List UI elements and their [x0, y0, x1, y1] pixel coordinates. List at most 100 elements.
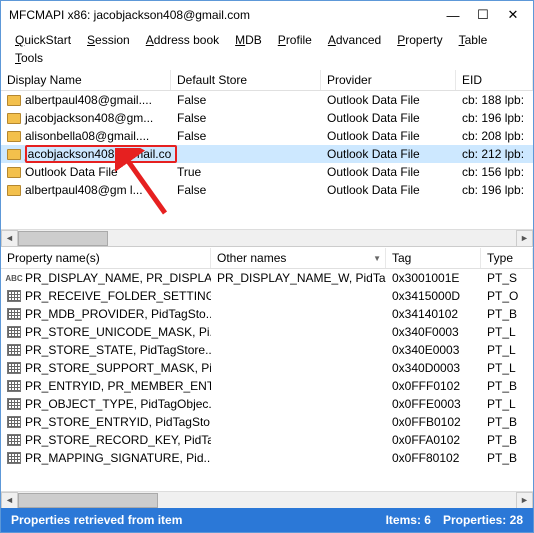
window-title: MFCMAPI x86: jacobjackson408@gmail.com: [9, 8, 250, 22]
prop-tag: 0x34140102: [386, 307, 481, 321]
prop-tag: 0x0FF80102: [386, 451, 481, 465]
store-row[interactable]: albertpaul408@gmail....FalseOutlook Data…: [1, 91, 533, 109]
menu-table[interactable]: Table: [451, 31, 496, 49]
store-eid: cb: 156 lpb:: [456, 165, 533, 179]
store-default: True: [171, 165, 321, 179]
store-row[interactable]: jacobjackson408@gm...FalseOutlook Data F…: [1, 109, 533, 127]
close-button[interactable]: ✕: [499, 5, 527, 25]
menu-advanced[interactable]: Advanced: [320, 31, 389, 49]
col-type[interactable]: Type: [481, 248, 533, 268]
prop-name: PR_DISPLAY_NAME, PR_DISPLA...: [25, 271, 211, 285]
store-eid: cb: 208 lpb:: [456, 129, 533, 143]
store-row[interactable]: albertpaul408@gm l...FalseOutlook Data F…: [1, 181, 533, 199]
property-row[interactable]: PR_OBJECT_TYPE, PidTagObjec...0x0FFE0003…: [1, 395, 533, 413]
col-default-store[interactable]: Default Store: [171, 70, 321, 90]
prop-type: PT_S: [481, 271, 533, 285]
prop-type: PT_L: [481, 361, 533, 375]
binary-type-icon: [7, 344, 21, 356]
menu-tools[interactable]: Tools: [7, 49, 51, 67]
status-text: Properties retrieved from item: [11, 513, 374, 527]
col-property-names[interactable]: Property name(s): [1, 248, 211, 268]
store-name: alisonbella08@gmail....: [25, 129, 149, 143]
prop-name: PR_MDB_PROVIDER, PidTagSto...: [25, 307, 211, 321]
prop-name: PR_STORE_SUPPORT_MASK, Pi...: [25, 361, 211, 375]
store-name: albertpaul408@gm l...: [25, 183, 143, 197]
store-provider: Outlook Data File: [321, 147, 456, 161]
col-other-names[interactable]: Other names▼: [211, 248, 386, 268]
store-eid: cb: 196 lpb:: [456, 111, 533, 125]
prop-type: PT_L: [481, 397, 533, 411]
col-provider[interactable]: Provider: [321, 70, 456, 90]
menu-session[interactable]: Session: [79, 31, 138, 49]
property-row[interactable]: PR_MAPPING_SIGNATURE, Pid...0x0FF80102PT…: [1, 449, 533, 467]
store-default: False: [171, 111, 321, 125]
menu-property[interactable]: Property: [389, 31, 450, 49]
col-eid[interactable]: EID: [456, 70, 533, 90]
scroll-thumb[interactable]: [18, 231, 108, 246]
binary-type-icon: [7, 380, 21, 392]
folder-icon: [7, 113, 21, 124]
prop-tag: 0x0FFF0102: [386, 379, 481, 393]
folder-icon: [7, 131, 21, 142]
scroll-track[interactable]: [18, 230, 516, 247]
prop-type: PT_B: [481, 433, 533, 447]
property-row[interactable]: PR_STORE_SUPPORT_MASK, Pi... 0x340D0003PT…: [1, 359, 533, 377]
property-row[interactable]: PR_STORE_UNICODE_MASK, Pi...0x340F0003PT…: [1, 323, 533, 341]
bottom-hscroll[interactable]: ◄ ►: [1, 491, 533, 508]
property-row[interactable]: PR_STORE_RECORD_KEY, PidTa...0x0FFA0102P…: [1, 431, 533, 449]
prop-type: PT_L: [481, 325, 533, 339]
prop-tag: 0x3001001E: [386, 271, 481, 285]
menu-address-book[interactable]: Address book: [138, 31, 227, 49]
store-name: Outlook Data File: [25, 165, 118, 179]
scroll-left-button[interactable]: ◄: [1, 230, 18, 247]
prop-type: PT_O: [481, 289, 533, 303]
scroll-thumb[interactable]: [18, 493, 158, 508]
prop-tag: 0x340E0003: [386, 343, 481, 357]
property-row[interactable]: PR_STORE_ENTRYID, PidTagSto...0x0FFB0102…: [1, 413, 533, 431]
prop-name: PR_OBJECT_TYPE, PidTagObjec...: [25, 397, 211, 411]
property-row[interactable]: PR_ENTRYID, PR_MEMBER_ENT... 0x0FFF0102PT…: [1, 377, 533, 395]
prop-tag: 0x340F0003: [386, 325, 481, 339]
top-hscroll[interactable]: ◄ ►: [1, 229, 533, 246]
scroll-right-button[interactable]: ►: [516, 492, 533, 509]
scroll-right-button[interactable]: ►: [516, 230, 533, 247]
prop-type: PT_B: [481, 379, 533, 393]
store-row[interactable]: alisonbella08@gmail....FalseOutlook Data…: [1, 127, 533, 145]
prop-tag: 0x340D0003: [386, 361, 481, 375]
property-row[interactable]: PR_MDB_PROVIDER, PidTagSto...0x34140102P…: [1, 305, 533, 323]
store-provider: Outlook Data File: [321, 183, 456, 197]
scroll-left-button[interactable]: ◄: [1, 492, 18, 509]
minimize-button[interactable]: —: [439, 5, 467, 25]
stores-grid[interactable]: albertpaul408@gmail....FalseOutlook Data…: [1, 91, 533, 229]
binary-type-icon: [7, 398, 21, 410]
store-provider: Outlook Data File: [321, 93, 456, 107]
store-eid: cb: 188 lpb:: [456, 93, 533, 107]
menu-profile[interactable]: Profile: [270, 31, 320, 49]
window-controls: — ☐ ✕: [439, 5, 527, 25]
binary-type-icon: [7, 434, 21, 446]
stores-pane: Display Name Default Store Provider EID …: [1, 69, 533, 247]
menu-quickstart[interactable]: QuickStart: [7, 31, 79, 49]
prop-name: PR_ENTRYID, PR_MEMBER_ENT...: [25, 379, 211, 393]
binary-type-icon: [7, 362, 21, 374]
prop-type: PT_L: [481, 343, 533, 357]
prop-tag: 0x3415000D: [386, 289, 481, 303]
store-row[interactable]: jacobjackson408@gmail.comOutlook Data Fi…: [1, 145, 533, 163]
menu-mdb[interactable]: MDB: [227, 31, 270, 49]
store-row[interactable]: Outlook Data FileTrueOutlook Data Filecb…: [1, 163, 533, 181]
store-eid: cb: 196 lpb:: [456, 183, 533, 197]
property-row[interactable]: PR_STORE_STATE, PidTagStore...0x340E0003…: [1, 341, 533, 359]
scroll-track[interactable]: [18, 492, 516, 509]
properties-grid[interactable]: ABCPR_DISPLAY_NAME, PR_DISPLA...PR_DISPL…: [1, 269, 533, 491]
property-row[interactable]: ABCPR_DISPLAY_NAME, PR_DISPLA...PR_DISPL…: [1, 269, 533, 287]
property-row[interactable]: PR_RECEIVE_FOLDER_SETTINGS...0x3415000DP…: [1, 287, 533, 305]
folder-icon: [7, 185, 21, 196]
binary-type-icon: [7, 290, 21, 302]
col-display-name[interactable]: Display Name: [1, 70, 171, 90]
folder-icon: [7, 167, 21, 178]
maximize-button[interactable]: ☐: [469, 5, 497, 25]
prop-name: PR_MAPPING_SIGNATURE, Pid...: [25, 451, 211, 465]
menubar: QuickStartSessionAddress bookMDBProfileA…: [1, 29, 533, 69]
col-tag[interactable]: Tag: [386, 248, 481, 268]
text-type-icon: ABC: [7, 272, 21, 284]
